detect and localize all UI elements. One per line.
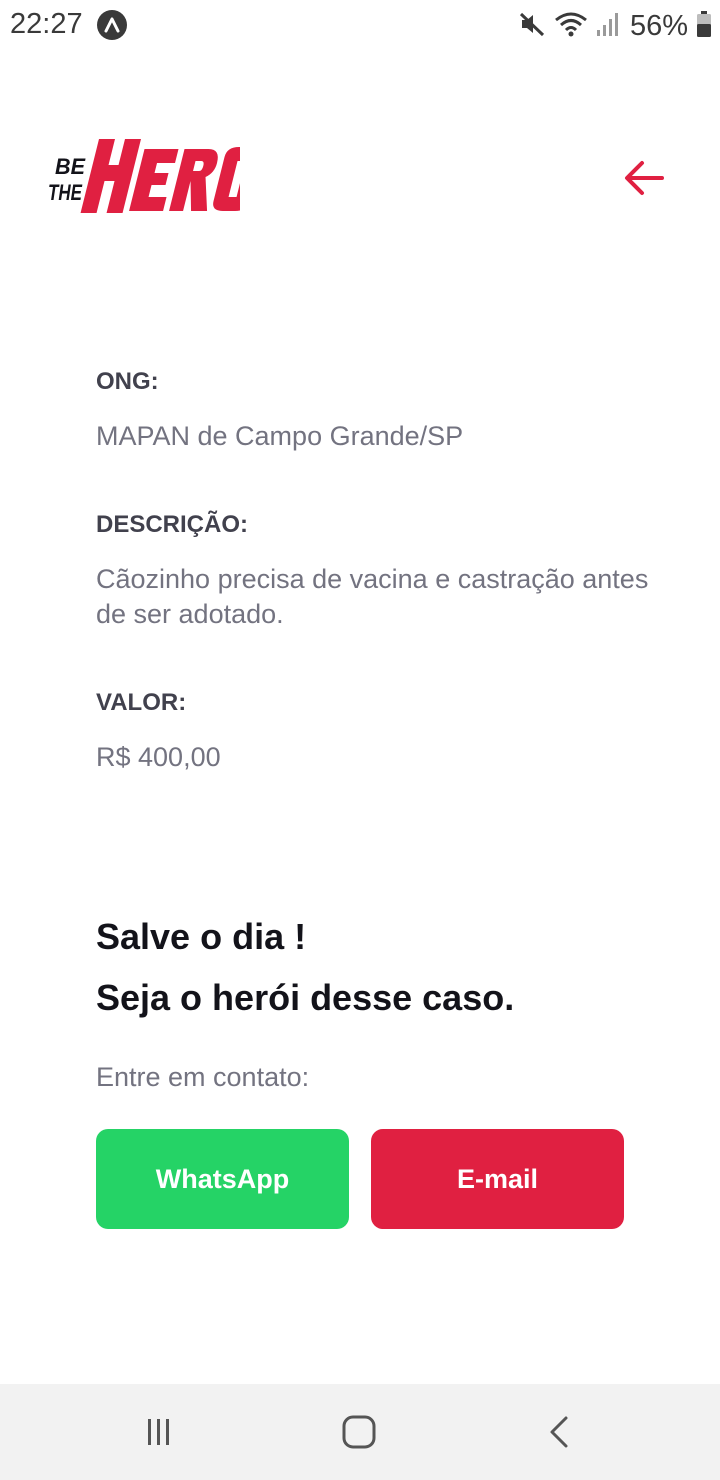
- status-time: 22:27: [10, 8, 83, 40]
- ong-value: MAPAN de Campo Grande/SP: [96, 421, 464, 451]
- battery-icon: [696, 10, 712, 43]
- arrow-left-icon: [625, 161, 664, 195]
- whatsapp-button[interactable]: WhatsApp: [96, 1129, 349, 1229]
- email-button-label: E-mail: [456, 1163, 539, 1194]
- contact-description: Entre em contato:: [96, 1062, 310, 1092]
- be-the-hero-logo: BE THE: [48, 135, 261, 219]
- back-icon: [550, 1416, 568, 1448]
- navigation-bar: [0, 1384, 720, 1480]
- signal-icon: [596, 10, 622, 43]
- whatsapp-button-label: WhatsApp: [155, 1163, 290, 1194]
- home-icon: [342, 1415, 376, 1449]
- status-bar: 22:27 56%: [0, 0, 720, 54]
- description-label: DESCRIÇÃO:: [96, 511, 249, 538]
- value-value: R$ 400,00: [96, 742, 221, 772]
- back-button[interactable]: [618, 152, 670, 204]
- description-value: Cãozinho precisa de vacina e castração a…: [96, 564, 649, 629]
- hero-title-line1: Salve o dia !: [96, 916, 307, 957]
- value-label: VALOR:: [96, 689, 187, 716]
- hero-title-line2: Seja o herói desse caso.: [96, 977, 515, 1018]
- system-back-button[interactable]: [530, 1402, 590, 1462]
- app-notification-icon: [97, 10, 127, 40]
- mute-icon: [518, 10, 546, 43]
- ong-label: ONG:: [96, 368, 159, 395]
- recent-apps-icon: [148, 1419, 169, 1445]
- svg-text:BE: BE: [55, 154, 86, 179]
- email-button[interactable]: E-mail: [371, 1129, 624, 1229]
- battery-percent: 56%: [629, 9, 688, 42]
- status-icons: 56%: [518, 8, 712, 44]
- svg-text:THE: THE: [48, 180, 83, 205]
- recent-apps-button[interactable]: [128, 1402, 188, 1462]
- home-button[interactable]: [329, 1402, 389, 1462]
- wifi-icon: [554, 10, 588, 43]
